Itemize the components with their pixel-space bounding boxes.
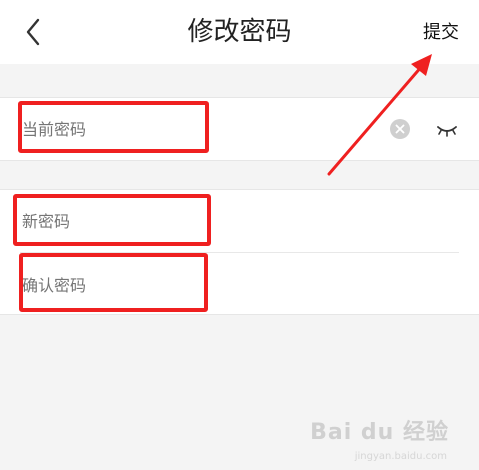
watermark-url: jingyan.baidu.com [354,451,447,462]
annotation-arrow [327,54,432,176]
watermark-logo: Bai du 经验 [310,420,449,445]
